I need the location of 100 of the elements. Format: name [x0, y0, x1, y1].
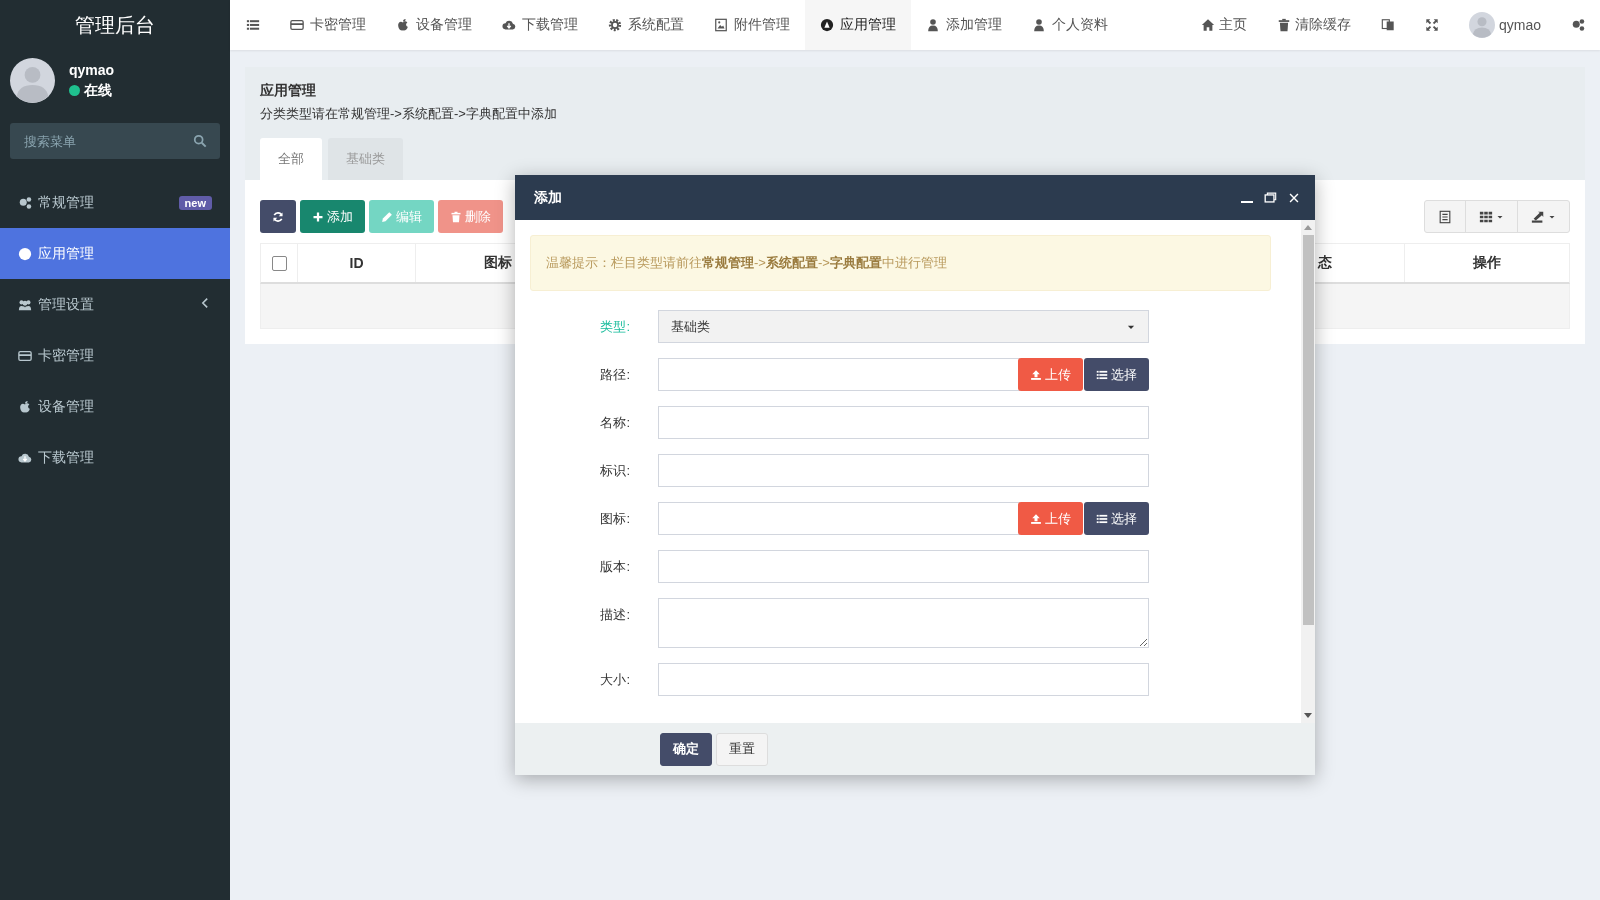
user-icon — [926, 18, 940, 32]
sidebar-item-label: 设备管理 — [38, 397, 95, 416]
translate-icon — [1380, 18, 1395, 32]
sidebar-item-label: 卡密管理 — [38, 346, 95, 365]
apple-icon — [18, 399, 32, 414]
nav-tab[interactable]: 卡密管理 — [275, 0, 381, 50]
fullscreen-icon — [1424, 18, 1439, 32]
upload-icon — [1030, 512, 1042, 525]
add-button[interactable]: 添加 — [300, 200, 365, 233]
field-label: 大小: — [599, 671, 630, 689]
gear-icon — [608, 18, 622, 32]
choose-button[interactable]: 选择 — [1084, 358, 1149, 391]
nav-tab-label: 附件管理 — [734, 16, 790, 34]
input-field[interactable] — [658, 550, 1149, 583]
user-icon — [1032, 18, 1046, 32]
field-label: 类型: — [599, 318, 630, 336]
document-icon — [1438, 209, 1452, 224]
sidebar-item-label: 下载管理 — [38, 448, 95, 467]
nav-tab-label: 添加管理 — [946, 16, 1002, 34]
field-label: 描述: — [599, 606, 630, 624]
notice-text: 温馨提示：栏目类型请前往常规管理->系统配置->字典配置中进行管理 — [530, 235, 1271, 291]
sidebar-item[interactable]: 应用管理 — [0, 228, 230, 279]
column-header: 图标 — [483, 254, 512, 272]
column-header: 态 — [1318, 254, 1332, 272]
minimize-icon[interactable] — [1241, 200, 1253, 203]
sidebar-item[interactable]: 下载管理 — [0, 432, 230, 483]
field-label: 路径: — [599, 366, 630, 384]
nav-tab-label: 系统配置 — [628, 16, 684, 34]
export-icon — [1531, 209, 1545, 224]
field-label: 名称: — [599, 414, 630, 432]
textarea-field[interactable] — [658, 598, 1149, 648]
scrollbar[interactable] — [1301, 220, 1315, 723]
sidebar-item-label: 管理设置 — [38, 295, 95, 314]
refresh-button[interactable] — [260, 200, 296, 233]
input-field[interactable] — [658, 406, 1149, 439]
users-icon — [18, 297, 32, 312]
nav-tab-label: 卡密管理 — [310, 16, 366, 34]
top-link[interactable]: 主页 — [1185, 0, 1262, 50]
select-all-checkbox[interactable] — [271, 255, 287, 271]
confirm-button[interactable]: 确定 — [660, 732, 712, 766]
field-label: 标识: — [599, 462, 630, 480]
settings-icon — [1571, 18, 1585, 32]
plus-icon — [312, 210, 324, 223]
reset-button[interactable]: 重置 — [716, 732, 768, 766]
sidebar-item[interactable]: 卡密管理 — [0, 330, 230, 381]
nav-tab[interactable]: 应用管理 — [805, 0, 911, 50]
card-icon — [290, 18, 304, 32]
card-icon — [18, 348, 32, 363]
sidebar-item[interactable]: 常规管理 new — [0, 177, 230, 228]
page-description: 分类类型请在常规管理->系统配置->字典配置中添加 — [260, 105, 558, 123]
nav-tab[interactable]: 系统配置 — [593, 0, 699, 50]
input-field[interactable] — [658, 358, 1020, 391]
scroll-down-icon[interactable] — [1304, 713, 1312, 718]
trash-icon — [450, 210, 462, 223]
column-header: ID — [349, 255, 364, 271]
filter-tab[interactable]: 全部 — [260, 138, 322, 180]
nav-tab-label: 个人资料 — [1052, 16, 1108, 34]
user-name: qymao — [69, 61, 115, 78]
apple-icon — [396, 18, 410, 32]
user-name: qymao — [1498, 17, 1541, 33]
search-icon — [193, 134, 207, 148]
status-text: 在线 — [84, 81, 112, 100]
refresh-icon — [272, 210, 284, 223]
input-field[interactable] — [658, 663, 1149, 696]
top-link[interactable]: 清除缓存 — [1261, 0, 1366, 50]
nav-tab[interactable]: 下载管理 — [487, 0, 593, 50]
maximize-icon — [1263, 190, 1277, 205]
sidebar-item[interactable]: 设备管理 — [0, 381, 230, 432]
nav-tab[interactable]: 添加管理 — [911, 0, 1017, 50]
list-icon — [1096, 368, 1108, 381]
page-title: 应用管理 — [260, 82, 317, 100]
type-select[interactable]: 基础类 — [658, 310, 1149, 343]
cogs-icon — [18, 195, 32, 210]
nav-tab[interactable]: 设备管理 — [381, 0, 487, 50]
nav-tab-label: 下载管理 — [522, 16, 578, 34]
choose-button[interactable]: 选择 — [1084, 502, 1149, 535]
image-icon — [714, 18, 728, 32]
sidebar-item[interactable]: 管理设置 — [0, 279, 230, 330]
new-badge: new — [178, 195, 212, 210]
field-label: 版本: — [599, 558, 630, 576]
cloud-download-icon — [502, 18, 516, 32]
top-link-label: 清除缓存 — [1294, 16, 1351, 34]
nav-tab[interactable]: 个人资料 — [1017, 0, 1123, 50]
trash-icon — [1276, 18, 1291, 32]
dialog-title: 添加 — [534, 188, 563, 207]
top-link-label: 主页 — [1218, 16, 1247, 34]
input-field[interactable] — [658, 502, 1020, 535]
upload-icon — [1030, 368, 1042, 381]
nav-tab-label: 设备管理 — [416, 16, 472, 34]
column-header: 操作 — [1473, 254, 1501, 272]
input-field[interactable] — [658, 454, 1149, 487]
nav-tab-label: 应用管理 — [840, 16, 896, 34]
grid-icon — [1479, 209, 1493, 224]
search-field[interactable]: 搜索菜单 — [10, 123, 220, 159]
avatar-icon — [1468, 12, 1495, 38]
scroll-up-icon[interactable] — [1304, 225, 1312, 230]
sidebar-item-label: 常规管理 — [38, 193, 95, 212]
pencil-icon — [381, 210, 393, 223]
sidebar-item-label: 应用管理 — [38, 244, 95, 263]
nav-tab[interactable]: 附件管理 — [699, 0, 805, 50]
